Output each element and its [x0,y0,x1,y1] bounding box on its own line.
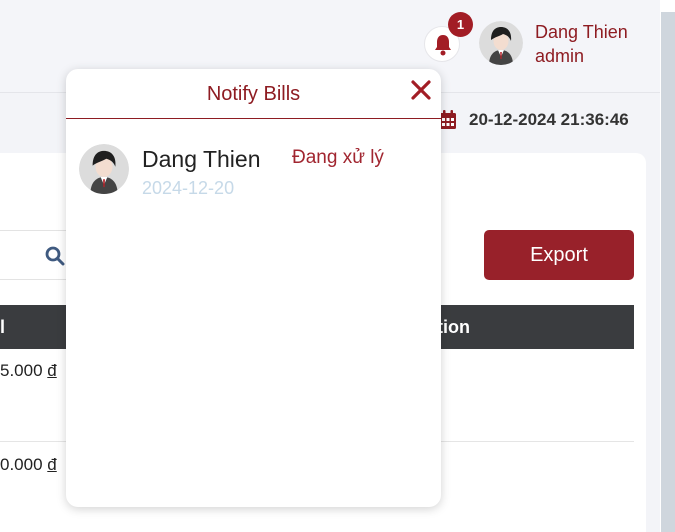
avatar-image [79,144,129,194]
bell-icon [435,35,451,56]
table-header-action: tion [437,317,470,337]
table-header-left: l [0,317,6,337]
notify-popup: Notify Bills Dang Thien 2024-12-20 Đang … [66,69,441,507]
currency-symbol: đ [47,455,57,474]
notify-item-status: Đang xử lý [292,147,384,168]
notify-item-date: 2024-12-20 [142,178,235,198]
notify-item-name: Dang Thien [142,146,261,172]
user-name[interactable]: Dang Thien [535,22,628,43]
avatar-image [479,21,523,65]
price-value: 5.000 [0,361,43,380]
search-icon[interactable] [45,246,65,266]
price-value: 0.000 [0,455,43,474]
user-role: admin [535,46,585,66]
export-button[interactable]: Export [484,230,634,280]
avatar[interactable] [479,21,523,65]
notify-title: Notify Bills [206,83,301,105]
avatar [79,144,129,194]
notification-badge: 1 [448,12,473,37]
datetime-text: 20-12-2024 21:36:46 [469,110,629,129]
table-cell-price: 0.000 đ [0,455,57,475]
currency-symbol: đ [47,361,57,380]
page-scrollbar-thumb[interactable] [661,12,675,532]
calendar-icon [440,110,456,129]
table-cell-price: 5.000 đ [0,361,57,381]
close-icon[interactable] [410,79,432,101]
notify-divider [66,118,441,119]
